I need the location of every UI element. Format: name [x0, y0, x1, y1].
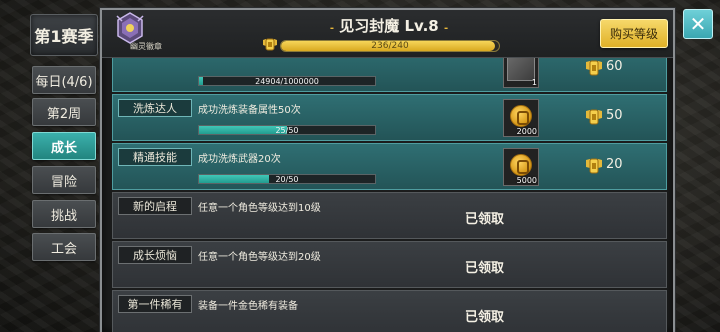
reward-item-count: 1	[531, 78, 537, 87]
season-title: 第1赛季	[30, 14, 98, 56]
level-title: - 见习封魔 Lv.8 -	[329, 15, 449, 36]
gold-coin-icon	[510, 105, 532, 127]
task-description: 成功洗炼武器20次	[198, 154, 281, 165]
medal-icon	[586, 109, 602, 125]
claimed-status: 已领取	[465, 310, 505, 325]
sidebar: 第1赛季 每日(4/6) 第2周 成长 冒险 挑战 工会	[30, 14, 98, 261]
task-tag: 新的启程	[118, 197, 192, 215]
task-list[interactable]: 24904/1000000 1 60 洗炼达人 成功洗炼装备属性50次 25/50 2000…	[112, 58, 667, 332]
level-title-text: 见习封魔 Lv.8	[339, 17, 439, 35]
task-row: 洗炼达人 成功洗炼装备属性50次 25/50 2000 50	[112, 94, 667, 141]
medal-icon	[586, 158, 602, 174]
task-row: 成长烦恼 任意一个角色等级达到20级已领取	[112, 241, 667, 288]
task-row: 24904/1000000 1 60	[112, 58, 667, 92]
reward-item-count: 5000	[516, 176, 537, 185]
reward-item-slot[interactable]: 5000	[503, 148, 539, 186]
sidebar-tab-daily[interactable]: 每日(4/6)	[32, 66, 96, 94]
buy-level-button[interactable]: 购买等级	[600, 19, 668, 48]
task-description: 装备一件金色稀有装备	[198, 301, 298, 312]
task-tag: 洗炼达人	[118, 99, 192, 117]
emblem-name: 幽灵徽章	[130, 42, 162, 51]
task-progress-bar: 20/50	[198, 174, 376, 184]
reward-item-slot[interactable]: 1	[503, 58, 539, 88]
sidebar-tab-week2[interactable]: 第2周	[32, 98, 96, 126]
task-description: 任意一个角色等级达到10级	[198, 203, 321, 214]
exp-text: 236/240	[371, 41, 409, 51]
reward-item-count: 2000	[516, 127, 537, 136]
task-description: 任意一个角色等级达到20级	[198, 252, 321, 263]
medal-icon	[586, 60, 602, 76]
task-row: 新的启程 任意一个角色等级达到10级已领取	[112, 192, 667, 239]
task-row: 第一件稀有 装备一件金色稀有装备已领取	[112, 290, 667, 332]
reward-exp-value: 50	[606, 108, 623, 123]
pass-panel: 幽灵徽章 - 见习封魔 Lv.8 - 236/240 购买等级 24904/10…	[100, 8, 675, 332]
exp-bar: 236/240	[280, 40, 500, 52]
task-progress-text: 25/50	[275, 125, 299, 135]
claimed-status: 已领取	[465, 261, 505, 276]
gold-coin-icon	[510, 154, 532, 176]
task-tag: 成长烦恼	[118, 246, 192, 264]
medal-icon	[263, 38, 277, 51]
task-progress-text: 20/50	[275, 174, 299, 184]
reward-exp-value: 60	[606, 59, 623, 74]
sidebar-tab-challenge[interactable]: 挑战	[32, 200, 96, 228]
task-description: 成功洗炼装备属性50次	[198, 105, 301, 116]
task-progress-bar: 25/50	[198, 125, 376, 135]
task-progress-bar: 24904/1000000	[198, 76, 376, 86]
close-button[interactable]: ✕	[683, 9, 713, 39]
stone-item-icon	[507, 58, 535, 81]
reward-item-slot[interactable]: 2000	[503, 99, 539, 137]
sidebar-tab-guild[interactable]: 工会	[32, 233, 96, 261]
task-tag: 精通技能	[118, 148, 192, 166]
task-tag: 第一件稀有	[118, 295, 192, 313]
task-row: 精通技能 成功洗炼武器20次 20/50 5000 20	[112, 143, 667, 190]
panel-header: 幽灵徽章 - 见习封魔 Lv.8 - 236/240 购买等级	[102, 10, 673, 58]
task-progress-text: 24904/1000000	[255, 76, 319, 86]
title-decor-right: -	[443, 23, 449, 34]
claimed-status: 已领取	[465, 212, 505, 227]
reward-exp-value: 20	[606, 157, 623, 172]
ghost-emblem-icon	[116, 12, 144, 44]
sidebar-tab-growth[interactable]: 成长	[32, 132, 96, 160]
sidebar-tab-adventure[interactable]: 冒险	[32, 166, 96, 194]
title-decor-left: -	[329, 23, 335, 34]
